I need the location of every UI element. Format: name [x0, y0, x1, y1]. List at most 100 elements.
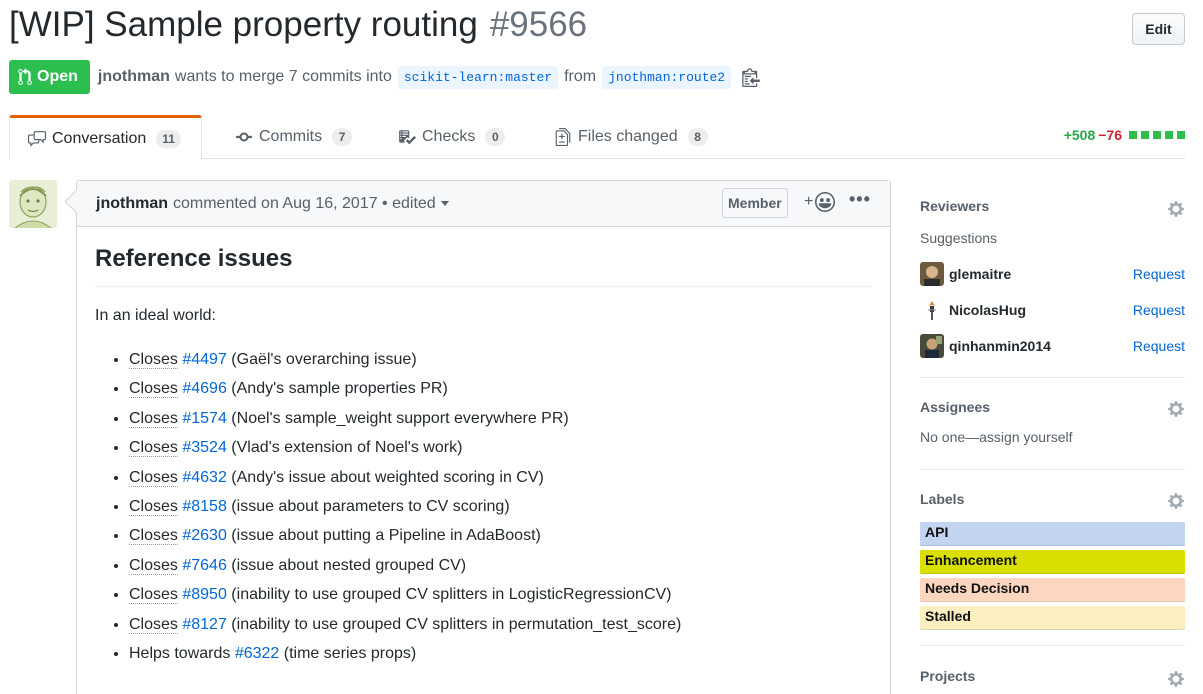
list-item: Closes #2630 (issue about putting a Pipe… — [129, 525, 872, 547]
member-badge: Member — [722, 188, 788, 218]
pr-title-text: [WIP] Sample property routing — [9, 5, 478, 44]
assignees-heading[interactable]: Assignees — [920, 399, 990, 415]
projects-heading[interactable]: Projects — [920, 668, 975, 684]
kebab-horizontal-icon[interactable]: ••• — [849, 189, 871, 210]
request-review-link[interactable]: Request — [1133, 302, 1185, 318]
gear-icon[interactable] — [1167, 200, 1185, 218]
list-item: Closes #4632 (Andy's issue about weighte… — [129, 467, 872, 489]
issue-link[interactable]: #7646 — [182, 557, 227, 574]
avatar[interactable] — [920, 262, 944, 286]
pr-number: #9566 — [489, 5, 588, 44]
request-review-link[interactable]: Request — [1133, 266, 1185, 282]
reviewers-section: Reviewers Suggestions glemaitre Request … — [920, 180, 1185, 378]
gear-icon[interactable] — [1167, 400, 1185, 418]
closes-keyword: Closes — [129, 527, 178, 546]
issue-link[interactable]: #1574 — [182, 410, 227, 427]
list-item: Closes #1574 (Noel's sample_weight suppo… — [129, 408, 872, 430]
label-needs-decision[interactable]: Needs Decision — [920, 578, 1185, 602]
author-avatar-image — [9, 180, 57, 228]
comment-meta[interactable]: commented on Aug 16, 2017 • edited — [173, 195, 436, 213]
base-branch[interactable]: scikit-learn:master — [397, 65, 559, 89]
label-stalled[interactable]: Stalled — [920, 606, 1185, 630]
diffstat[interactable]: +508 −76 — [1064, 127, 1185, 143]
label-list: API Enhancement Needs Decision Stalled — [920, 522, 1185, 634]
reviewers-heading[interactable]: Reviewers — [920, 198, 989, 214]
issue-link[interactable]: #8127 — [182, 616, 227, 633]
closes-keyword: Closes — [129, 439, 178, 458]
sidebar: Reviewers Suggestions glemaitre Request … — [920, 180, 1185, 688]
diffstat-additions: +508 — [1063, 127, 1096, 143]
comment-heading: Reference issues — [95, 242, 872, 287]
closes-keyword: Closes — [129, 615, 178, 634]
issue-link[interactable]: #4632 — [182, 469, 227, 486]
issue-link[interactable]: #3524 — [182, 439, 227, 456]
issue-link[interactable]: #4497 — [182, 351, 227, 368]
closes-keyword: Closes — [129, 468, 178, 487]
tab-commits[interactable]: Commits 7 — [235, 115, 353, 159]
head-branch[interactable]: jnothman:route2 — [602, 65, 732, 89]
pr-tabs: Conversation 11 Commits 7 Checks 0 Files… — [9, 115, 1185, 160]
tab-conversation-count: 11 — [156, 129, 181, 148]
tab-conversation[interactable]: Conversation 11 — [9, 115, 202, 160]
state-badge: Open — [9, 60, 90, 94]
issue-link[interactable]: #4696 — [182, 380, 227, 397]
issue-link[interactable]: #2630 — [182, 527, 227, 544]
add-reaction-button[interactable]: + — [804, 192, 836, 212]
comment-author-link[interactable]: jnothman — [96, 195, 168, 213]
issue-desc: (Andy's sample properties PR) — [226, 380, 448, 398]
gear-icon[interactable] — [1167, 492, 1185, 510]
label-api[interactable]: API — [920, 522, 1185, 546]
clippy-icon[interactable] — [742, 67, 760, 87]
issue-desc: (Gaël's overarching issue) — [226, 351, 417, 368]
labels-heading[interactable]: Labels — [920, 491, 964, 507]
gear-icon[interactable] — [1167, 670, 1185, 688]
reviewer-name[interactable]: qinhanmin2014 — [949, 338, 1051, 354]
reviewer-item: glemaitre Request — [920, 256, 1185, 292]
label-enhancement[interactable]: Enhancement — [920, 550, 1185, 574]
chevron-down-icon[interactable] — [440, 201, 449, 206]
comment-header: jnothman commented on Aug 16, 2017 • edi… — [77, 181, 890, 227]
diff-icon — [555, 128, 571, 146]
avatar[interactable] — [9, 180, 57, 228]
tab-checks-count: 0 — [485, 128, 506, 146]
state-label: Open — [37, 68, 78, 85]
issue-link[interactable]: #8158 — [182, 498, 227, 515]
issue-desc: (Vlad's extension of Noel's work) — [226, 439, 463, 457]
reviewer-item: qinhanmin2014 Request — [920, 328, 1185, 364]
avatar[interactable] — [920, 298, 944, 322]
tab-files-changed-label: Files changed — [578, 128, 678, 145]
issue-link[interactable]: #6322 — [235, 645, 280, 662]
list-item: Helps towards #6322 (time series props) — [129, 643, 872, 665]
pr-author-link[interactable]: jnothman — [98, 68, 170, 86]
list-item: Closes #3524 (Vlad's extension of Noel's… — [129, 437, 872, 459]
closes-keyword: Closes — [129, 409, 178, 428]
tab-conversation-label: Conversation — [52, 129, 147, 147]
from-text: from — [564, 68, 597, 85]
list-item: Closes #7646 (issue about nested grouped… — [129, 555, 872, 577]
diffstat-block — [1153, 131, 1161, 139]
reviewer-name[interactable]: NicolasHug — [949, 302, 1026, 318]
checklist-icon — [399, 130, 416, 145]
issue-desc: (inability to use grouped CV splitters i… — [226, 586, 672, 604]
closes-keyword: Closes — [129, 351, 178, 369]
issue-desc: (inability to use grouped CV splitters i… — [226, 615, 682, 633]
tab-checks[interactable]: Checks 0 — [398, 115, 506, 159]
suggestions-label: Suggestions — [920, 230, 998, 246]
issue-desc: (issue about nested grouped CV) — [226, 556, 467, 574]
assignees-section: Assignees No one—assign yourself — [920, 378, 1185, 470]
issue-link[interactable]: #8950 — [182, 586, 227, 603]
request-review-link[interactable]: Request — [1133, 338, 1185, 354]
tab-checks-label: Checks — [422, 128, 476, 145]
list-item: Closes #8158 (issue about parameters to … — [129, 496, 872, 518]
issue-desc: (time series props) — [279, 644, 417, 662]
smiley-icon — [815, 192, 836, 212]
closes-keyword: Closes — [129, 380, 178, 399]
avatar[interactable] — [920, 334, 944, 358]
pr-meta: Open jnothman wants to merge 7 commits i… — [9, 60, 760, 94]
tab-files-changed[interactable]: Files changed 8 — [554, 115, 708, 159]
issue-desc: (Noel's sample_weight support everywhere… — [226, 409, 569, 427]
tab-files-changed-count: 8 — [687, 128, 708, 146]
edit-button[interactable]: Edit — [1132, 13, 1185, 45]
assign-yourself-link[interactable]: No one—assign yourself — [920, 429, 1073, 445]
reviewer-name[interactable]: glemaitre — [949, 266, 1011, 282]
